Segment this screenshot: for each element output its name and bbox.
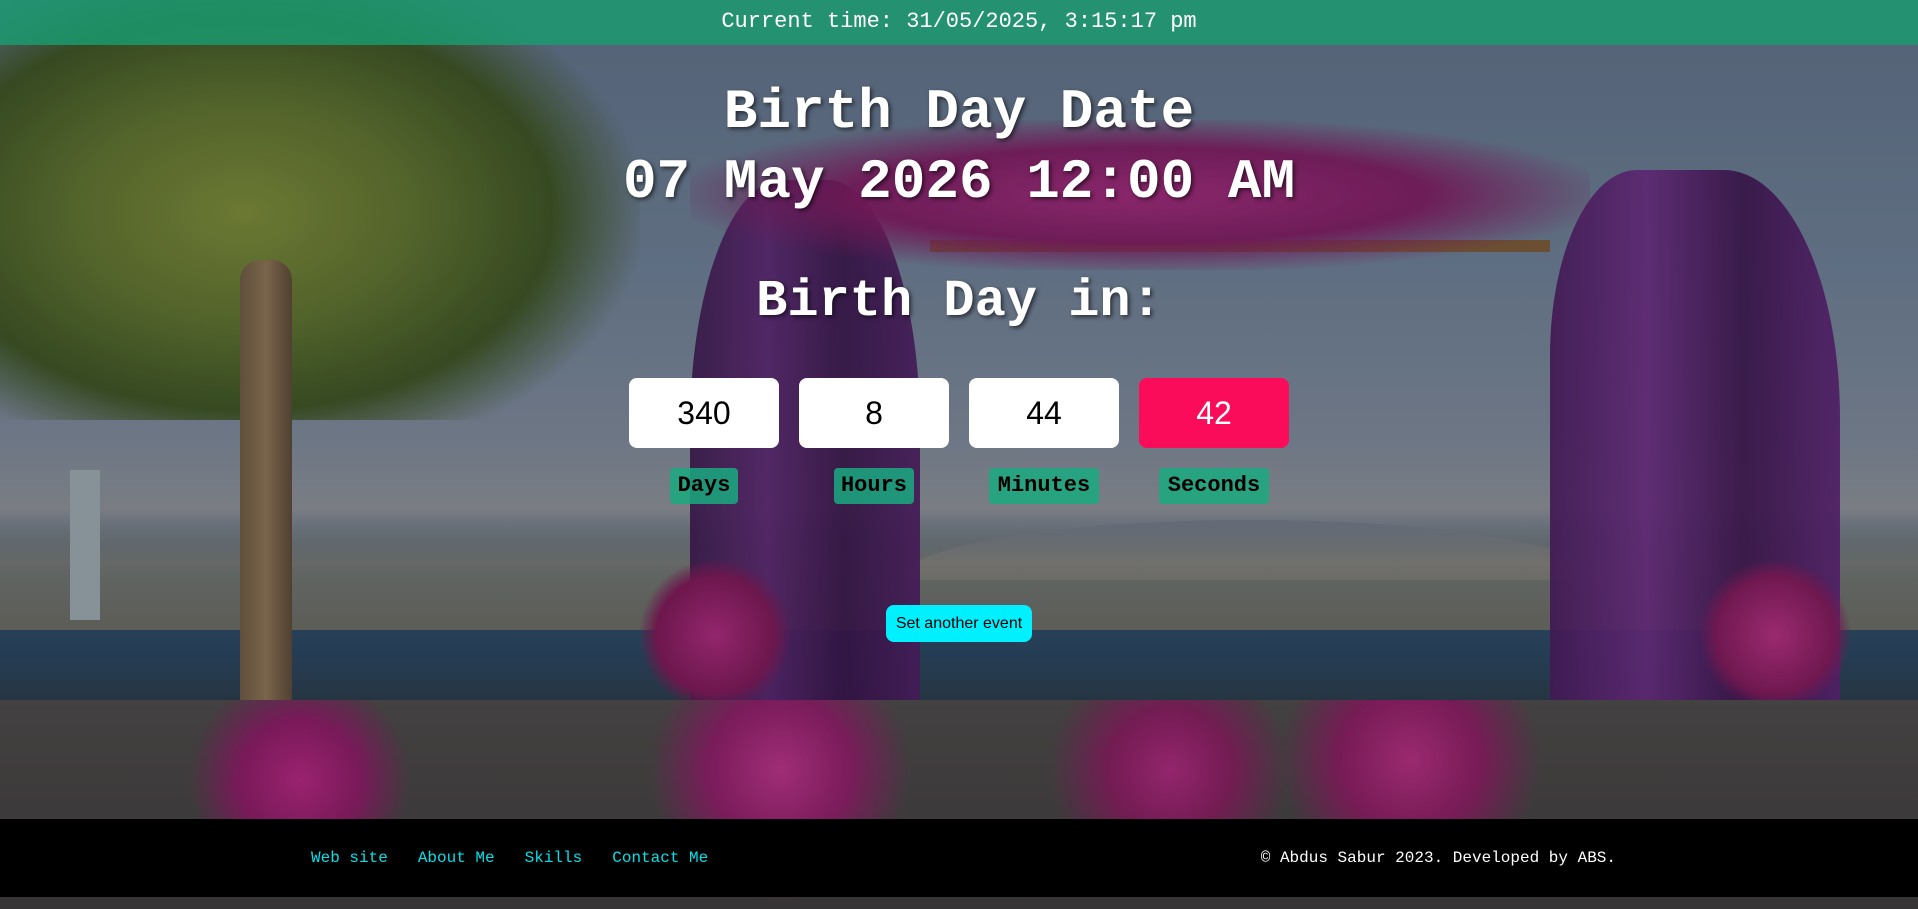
footer-link-contact-me[interactable]: Contact Me	[612, 849, 708, 867]
days-counter: 340	[629, 378, 779, 448]
footer-link-website[interactable]: Web site	[311, 849, 388, 867]
copyright-text: © Abdus Sabur 2023. Developed by ABS.	[1260, 849, 1616, 867]
footer-link-about-me[interactable]: About Me	[418, 849, 495, 867]
current-time-text: Current time: 31/05/2025, 3:15:17 pm	[721, 9, 1197, 34]
seconds-label: Seconds	[1159, 468, 1269, 504]
days-label: Days	[670, 468, 738, 504]
footer-nav: Web site About Me Skills Contact Me	[311, 819, 708, 897]
footer-link-skills[interactable]: Skills	[525, 849, 583, 867]
event-date: 07 May 2026 12:00 AM	[622, 150, 1296, 214]
hours-counter: 8	[799, 378, 949, 448]
event-title: Birth Day Date	[723, 80, 1195, 144]
current-time-bar: Current time: 31/05/2025, 3:15:17 pm	[0, 0, 1918, 45]
countdown-heading: Birth Day in:	[756, 272, 1162, 331]
minutes-label: Minutes	[989, 468, 1099, 504]
seconds-counter: 42	[1139, 378, 1289, 448]
set-another-event-button[interactable]: Set another event	[886, 605, 1032, 642]
hours-label: Hours	[834, 468, 914, 504]
footer: Web site About Me Skills Contact Me © Ab…	[0, 819, 1918, 897]
minutes-counter: 44	[969, 378, 1119, 448]
